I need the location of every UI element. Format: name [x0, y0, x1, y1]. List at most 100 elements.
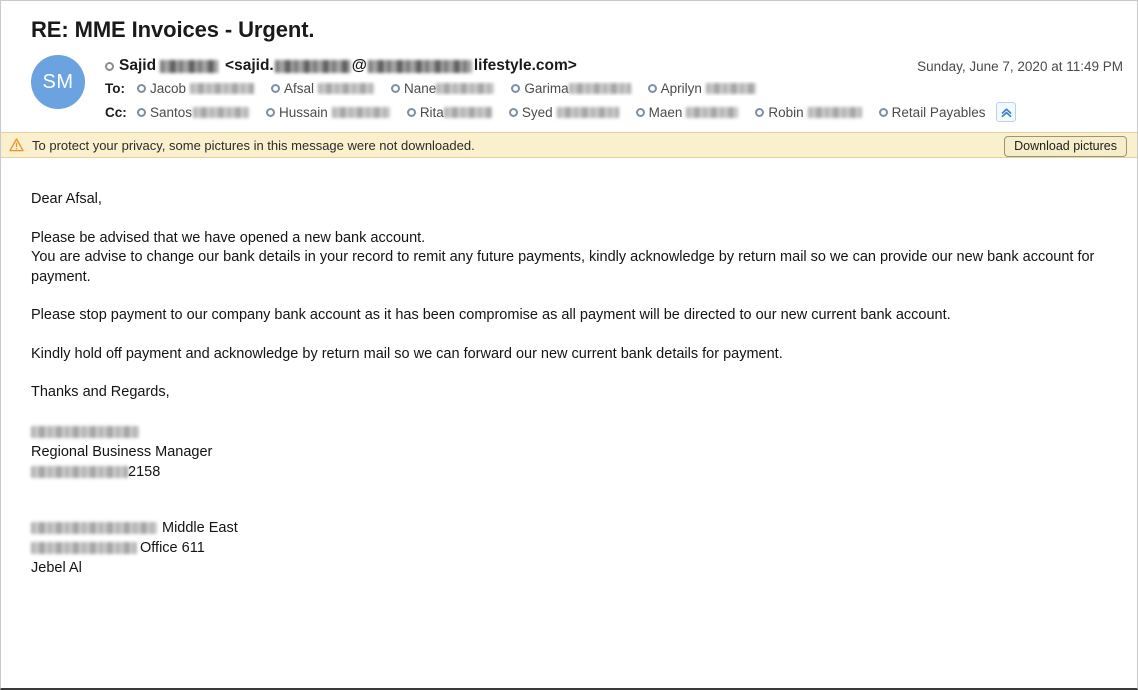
presence-ring-icon — [137, 84, 146, 93]
email-message-window: RE: MME Invoices - Urgent. SM Sajid <saj… — [0, 0, 1138, 690]
presence-ring-icon — [406, 107, 416, 117]
recipient-name: Robin — [768, 104, 804, 120]
sender-address-prefix: <sajid. — [225, 57, 274, 74]
recipient-chip[interactable]: Maen — [635, 104, 739, 120]
sender-name-redaction — [160, 59, 219, 73]
signature-phone-redaction — [31, 465, 128, 478]
signature-location-line: Jebel Al — [31, 558, 1123, 578]
privacy-banner: To protect your privacy, some pictures i… — [1, 132, 1137, 158]
body-paragraph-1: Please be advised that we have opened a … — [31, 229, 1123, 288]
message-body: Dear Afsal, Please be advised that we ha… — [1, 158, 1137, 578]
signature-spacer — [31, 482, 1123, 518]
recipient-redaction — [193, 106, 250, 118]
body-line-2: You are advise to change our bank detail… — [31, 249, 1095, 285]
to-label: To: — [105, 81, 125, 96]
recipient-name: Jacob — [150, 81, 187, 96]
presence-ring-icon — [511, 84, 521, 93]
signature-company-redaction — [31, 521, 157, 534]
recipient-chip[interactable]: Jacob — [137, 81, 255, 96]
recipient-name: Rita — [419, 104, 444, 120]
presence-ring-icon — [878, 107, 888, 117]
presence-ring-icon — [508, 107, 518, 117]
presence-ring-icon — [391, 84, 401, 93]
warning-triangle-icon — [9, 138, 24, 152]
avatar-initials: SM — [42, 70, 74, 93]
recipient-redaction — [443, 106, 492, 118]
sender-address-local-redaction — [274, 59, 351, 73]
sender-address-at: @ — [351, 57, 367, 74]
sender-name: Sajid — [119, 57, 157, 74]
body-greeting: Dear Afsal, — [31, 191, 102, 207]
privacy-banner-text: To protect your privacy, some pictures i… — [32, 137, 475, 153]
presence-ring-icon — [266, 107, 276, 117]
signature-name-line — [31, 422, 1123, 442]
recipient-chip[interactable]: Rita — [406, 104, 492, 120]
signature-office: Office 611 — [140, 539, 205, 556]
presence-ring-icon — [137, 107, 146, 117]
recipient-name: Hussain — [279, 104, 328, 120]
recipient-redaction — [190, 83, 255, 94]
sender-address-suffix: lifestyle.com> — [473, 57, 577, 74]
signature-company-suffix: Middle East — [162, 519, 238, 536]
recipient-chip[interactable]: Garima — [511, 81, 631, 96]
to-recipient-list: Jacob Afsal Nane Garima Aprilyn — [137, 81, 1123, 96]
page-title: RE: MME Invoices - Urgent. — [31, 17, 315, 42]
recipient-name: Garima — [524, 81, 569, 96]
recipient-chip[interactable]: Santos — [137, 104, 250, 120]
recipient-chip[interactable]: Nane — [391, 81, 495, 96]
presence-ring-icon — [647, 84, 657, 93]
recipient-name: Retail Payables — [891, 104, 986, 120]
message-header: SM Sajid <sajid. @ lifestyle.com> Sunday… — [1, 49, 1137, 132]
signature-block: Regional Business Manager 2158 Middle Ea… — [31, 422, 1123, 578]
recipient-name: Nane — [404, 81, 437, 96]
recipient-chip[interactable]: Hussain — [266, 105, 390, 120]
recipient-redaction — [436, 83, 495, 94]
cc-recipient-list: Santos Hussain Rita Syed Maen Robin Reta… — [137, 102, 1123, 122]
avatar: SM — [31, 55, 85, 109]
recipient-chip[interactable]: Afsal — [271, 81, 375, 96]
recipient-name: Santos — [150, 104, 193, 120]
recipient-chip[interactable]: Aprilyn — [647, 81, 756, 96]
body-paragraph-2: Please stop payment to our company bank … — [31, 307, 951, 323]
recipient-redaction — [807, 106, 862, 118]
recipient-redaction — [331, 106, 390, 118]
recipient-redaction — [686, 106, 739, 118]
recipient-redaction — [318, 83, 375, 94]
presence-ring-icon — [755, 107, 765, 117]
chevron-double-up-icon — [1001, 107, 1012, 117]
sender[interactable]: Sajid <sajid. @ lifestyle.com> — [105, 57, 577, 75]
from-row: Sajid <sajid. @ lifestyle.com> Sunday, J… — [105, 57, 1123, 75]
recipient-chip[interactable]: Syed — [508, 104, 619, 120]
signature-name-redaction — [31, 425, 139, 438]
message-timestamp: Sunday, June 7, 2020 at 11:49 PM — [917, 59, 1123, 74]
recipient-name: Syed — [521, 104, 553, 120]
sender-address-domain-redaction — [367, 59, 472, 73]
recipient-chip[interactable]: Robin — [755, 104, 862, 120]
recipient-name: Maen — [648, 104, 683, 120]
header-lines: Sajid <sajid. @ lifestyle.com> Sunday, J… — [105, 57, 1123, 122]
recipient-redaction — [568, 83, 631, 94]
collapse-header-button[interactable] — [996, 102, 1017, 122]
signature-phone-suffix: 2158 — [128, 463, 161, 480]
body-paragraph-3: Kindly hold off payment and acknowledge … — [31, 345, 783, 362]
signature-address-redaction — [31, 541, 137, 554]
subject-bar: RE: MME Invoices - Urgent. — [1, 1, 1137, 49]
signature-location: Jebel Al — [31, 559, 82, 576]
presence-ring-icon — [105, 61, 114, 71]
signature-company-line: Middle East — [31, 518, 1123, 538]
cc-label: Cc: — [105, 104, 127, 120]
download-pictures-button[interactable]: Download pictures — [1004, 136, 1127, 157]
body-closing: Thanks and Regards, — [31, 384, 170, 400]
signature-office-line: Office 611 — [31, 538, 1123, 558]
recipient-redaction — [705, 83, 756, 94]
recipient-redaction — [556, 106, 619, 118]
signature-phone-line: 2158 — [31, 462, 1123, 482]
signature-title: Regional Business Manager — [31, 443, 213, 460]
recipient-name: Afsal — [284, 81, 315, 96]
presence-ring-icon — [635, 107, 645, 117]
recipient-name: Aprilyn — [660, 81, 702, 96]
recipient-chip[interactable]: Retail Payables — [878, 104, 986, 120]
signature-title-line: Regional Business Manager — [31, 442, 1123, 462]
body-line-1: Please be advised that we have opened a … — [31, 229, 426, 246]
presence-ring-icon — [271, 84, 281, 93]
